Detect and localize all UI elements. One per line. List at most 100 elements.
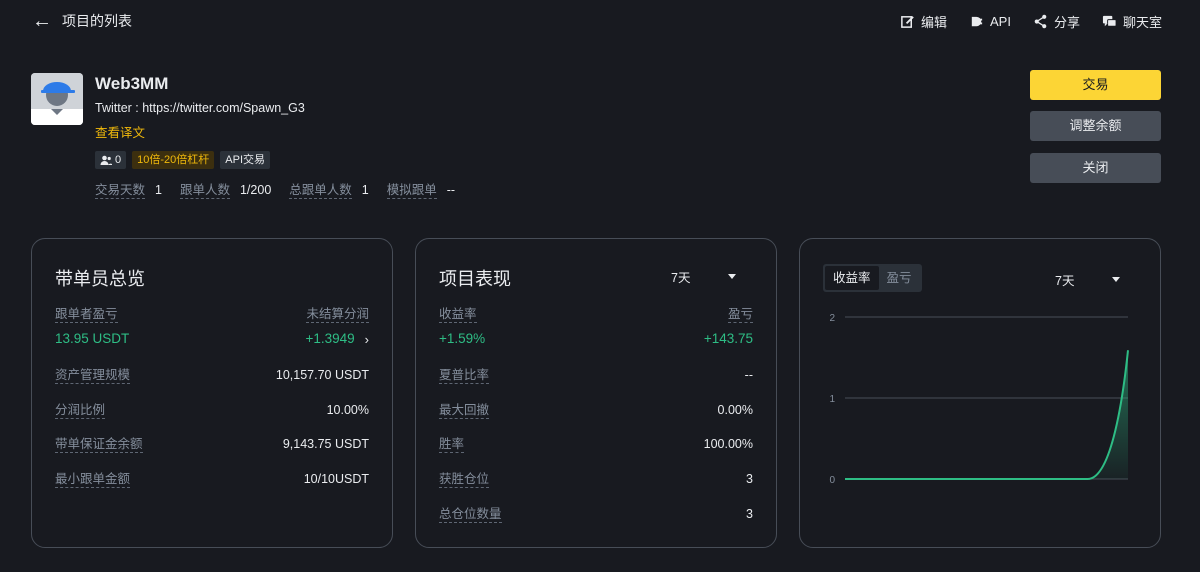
stat-value: 1 bbox=[155, 183, 162, 197]
stat-mock-copy: 模拟跟单 -- bbox=[386, 183, 456, 199]
stat-trading-days: 交易天数 1 bbox=[95, 183, 162, 199]
api-trading-tag: API交易 bbox=[220, 151, 270, 169]
project-performance-card: 项目表现 7天 收益率 盈亏 +1.59% +143.75 夏普比率 -- 最大… bbox=[415, 238, 777, 548]
avatar-image bbox=[31, 73, 83, 125]
performance-row: 获胜仓位 3 bbox=[439, 471, 753, 488]
followers-count: 0 bbox=[115, 154, 122, 166]
roi-label: 收益率 bbox=[439, 307, 477, 323]
view-translation-link[interactable]: 查看译文 bbox=[95, 122, 145, 141]
period-dropdown[interactable]: 7天 bbox=[671, 267, 737, 286]
row-value: 0.00% bbox=[717, 403, 753, 417]
overview-row: 带单保证金余额 9,143.75 USDT bbox=[55, 436, 369, 453]
back-label: 项目的列表 bbox=[62, 13, 132, 29]
unsettled-profit-link[interactable]: +1.3949 › bbox=[305, 331, 369, 347]
stat-label: 跟单人数 bbox=[179, 183, 230, 199]
period-value: 7天 bbox=[671, 271, 691, 285]
chart-period-dropdown[interactable]: 7天 bbox=[1055, 270, 1121, 289]
pnl-value: +143.75 bbox=[703, 331, 753, 346]
row-value: 9,143.75 USDT bbox=[282, 437, 369, 451]
row-value: 3 bbox=[746, 507, 753, 521]
lead-trader-overview-card: 带单员总览 跟单者盈亏 未结算分润 13.95 USDT +1.3949 › 资… bbox=[31, 238, 393, 548]
card-title: 项目表现 bbox=[439, 269, 511, 289]
chatroom-button[interactable]: 聊天室 bbox=[1102, 12, 1162, 31]
stat-copiers: 跟单人数 1/200 bbox=[179, 183, 272, 199]
row-label: 带单保证金余额 bbox=[55, 437, 143, 453]
row-value: 10,157.70 USDT bbox=[275, 368, 369, 382]
stat-total-copiers: 总跟单人数 1 bbox=[289, 183, 369, 199]
stat-value: 1/200 bbox=[239, 183, 272, 197]
unsettled-profit-label: 未结算分润 bbox=[306, 307, 369, 323]
chat-icon bbox=[1102, 15, 1117, 27]
roi-value: +1.59% bbox=[439, 331, 486, 346]
y-tick-label: 0 bbox=[829, 475, 835, 486]
performance-row: 夏普比率 -- bbox=[439, 367, 753, 384]
row-label: 胜率 bbox=[439, 437, 465, 453]
followers-tag: 0 bbox=[95, 151, 127, 169]
api-label: API bbox=[990, 13, 1011, 29]
copier-pnl-label: 跟单者盈亏 bbox=[55, 307, 118, 323]
chevron-right-icon: › bbox=[364, 331, 369, 347]
caret-down-icon bbox=[1112, 277, 1121, 282]
trader-stats: 交易天数 1 跟单人数 1/200 总跟单人数 1 模拟跟单 -- bbox=[95, 183, 455, 199]
close-button[interactable]: 关闭 bbox=[1030, 153, 1161, 183]
row-value: 3 bbox=[746, 472, 753, 486]
arrow-left-icon: ← bbox=[32, 10, 52, 32]
row-value: 10.00% bbox=[326, 403, 369, 417]
trader-name: Web3MM bbox=[95, 74, 169, 93]
stat-value: 1 bbox=[361, 183, 369, 197]
card-title: 带单员总览 bbox=[55, 269, 145, 289]
stat-label: 交易天数 bbox=[95, 183, 146, 199]
pnl-label: 盈亏 bbox=[727, 307, 753, 323]
y-tick-label: 2 bbox=[829, 313, 835, 324]
share-button[interactable]: 分享 bbox=[1033, 12, 1080, 31]
trader-bio: Twitter : https://twitter.com/Spawn_G3 bbox=[95, 101, 305, 115]
pnl-header-row: 跟单者盈亏 未结算分润 bbox=[55, 306, 369, 323]
performance-row: 最大回撤 0.00% bbox=[439, 402, 753, 419]
api-button[interactable]: API bbox=[969, 14, 1011, 29]
top-actions: 编辑 API 分享 聊天室 bbox=[900, 10, 1162, 32]
avatar bbox=[31, 73, 83, 125]
row-label: 最大回撤 bbox=[439, 403, 490, 419]
row-value: 10/10USDT bbox=[303, 472, 369, 486]
overview-row: 最小跟单金额 10/10USDT bbox=[55, 471, 369, 488]
chatroom-label: 聊天室 bbox=[1122, 14, 1162, 30]
row-label: 总仓位数量 bbox=[439, 507, 502, 523]
edit-icon bbox=[901, 15, 914, 28]
y-tick-label: 1 bbox=[829, 394, 835, 405]
roi-header-row: 收益率 盈亏 bbox=[439, 306, 753, 323]
row-label: 获胜仓位 bbox=[439, 472, 490, 488]
chart-period-value: 7天 bbox=[1055, 274, 1075, 288]
copier-pnl-value: 13.95 USDT bbox=[55, 331, 130, 346]
share-label: 分享 bbox=[1053, 14, 1080, 30]
adjust-balance-button[interactable]: 调整余额 bbox=[1030, 111, 1161, 141]
edit-button[interactable]: 编辑 bbox=[900, 12, 947, 31]
row-label: 夏普比率 bbox=[439, 368, 490, 384]
users-icon bbox=[100, 155, 112, 165]
back-to-project-list[interactable]: ← 项目的列表 bbox=[32, 10, 132, 32]
tag-list: 0 10倍-20倍杠杆 API交易 bbox=[95, 151, 270, 169]
unsettled-profit-value: +1.3949 bbox=[305, 331, 355, 346]
roi-series-line bbox=[845, 350, 1129, 480]
api-icon bbox=[971, 16, 983, 26]
trade-button[interactable]: 交易 bbox=[1030, 70, 1161, 100]
tab-pnl[interactable]: 盈亏 bbox=[879, 266, 920, 290]
row-label: 分润比例 bbox=[55, 403, 106, 419]
edit-label: 编辑 bbox=[920, 14, 947, 30]
share-icon bbox=[1034, 14, 1047, 28]
roi-area bbox=[845, 350, 1128, 479]
tab-roi[interactable]: 收益率 bbox=[825, 266, 879, 290]
row-value: 100.00% bbox=[703, 437, 753, 451]
stat-label: 总跟单人数 bbox=[289, 183, 352, 199]
overview-row: 资产管理规模 10,157.70 USDT bbox=[55, 367, 369, 384]
row-value: -- bbox=[744, 368, 753, 382]
overview-row: 分润比例 10.00% bbox=[55, 402, 369, 419]
roi-value-row: +1.59% +143.75 bbox=[439, 331, 753, 347]
performance-chart-card: 收益率 盈亏 7天 0 1 2 bbox=[799, 238, 1161, 548]
pnl-value-row: 13.95 USDT +1.3949 › bbox=[55, 331, 369, 347]
row-label: 资产管理规模 bbox=[55, 368, 131, 384]
leverage-tag: 10倍-20倍杠杆 bbox=[132, 151, 215, 169]
chart-metric-toggle: 收益率 盈亏 bbox=[823, 264, 922, 292]
roi-chart: 0 1 2 bbox=[829, 313, 1129, 486]
caret-down-icon bbox=[728, 274, 737, 279]
stat-value: -- bbox=[446, 183, 456, 197]
